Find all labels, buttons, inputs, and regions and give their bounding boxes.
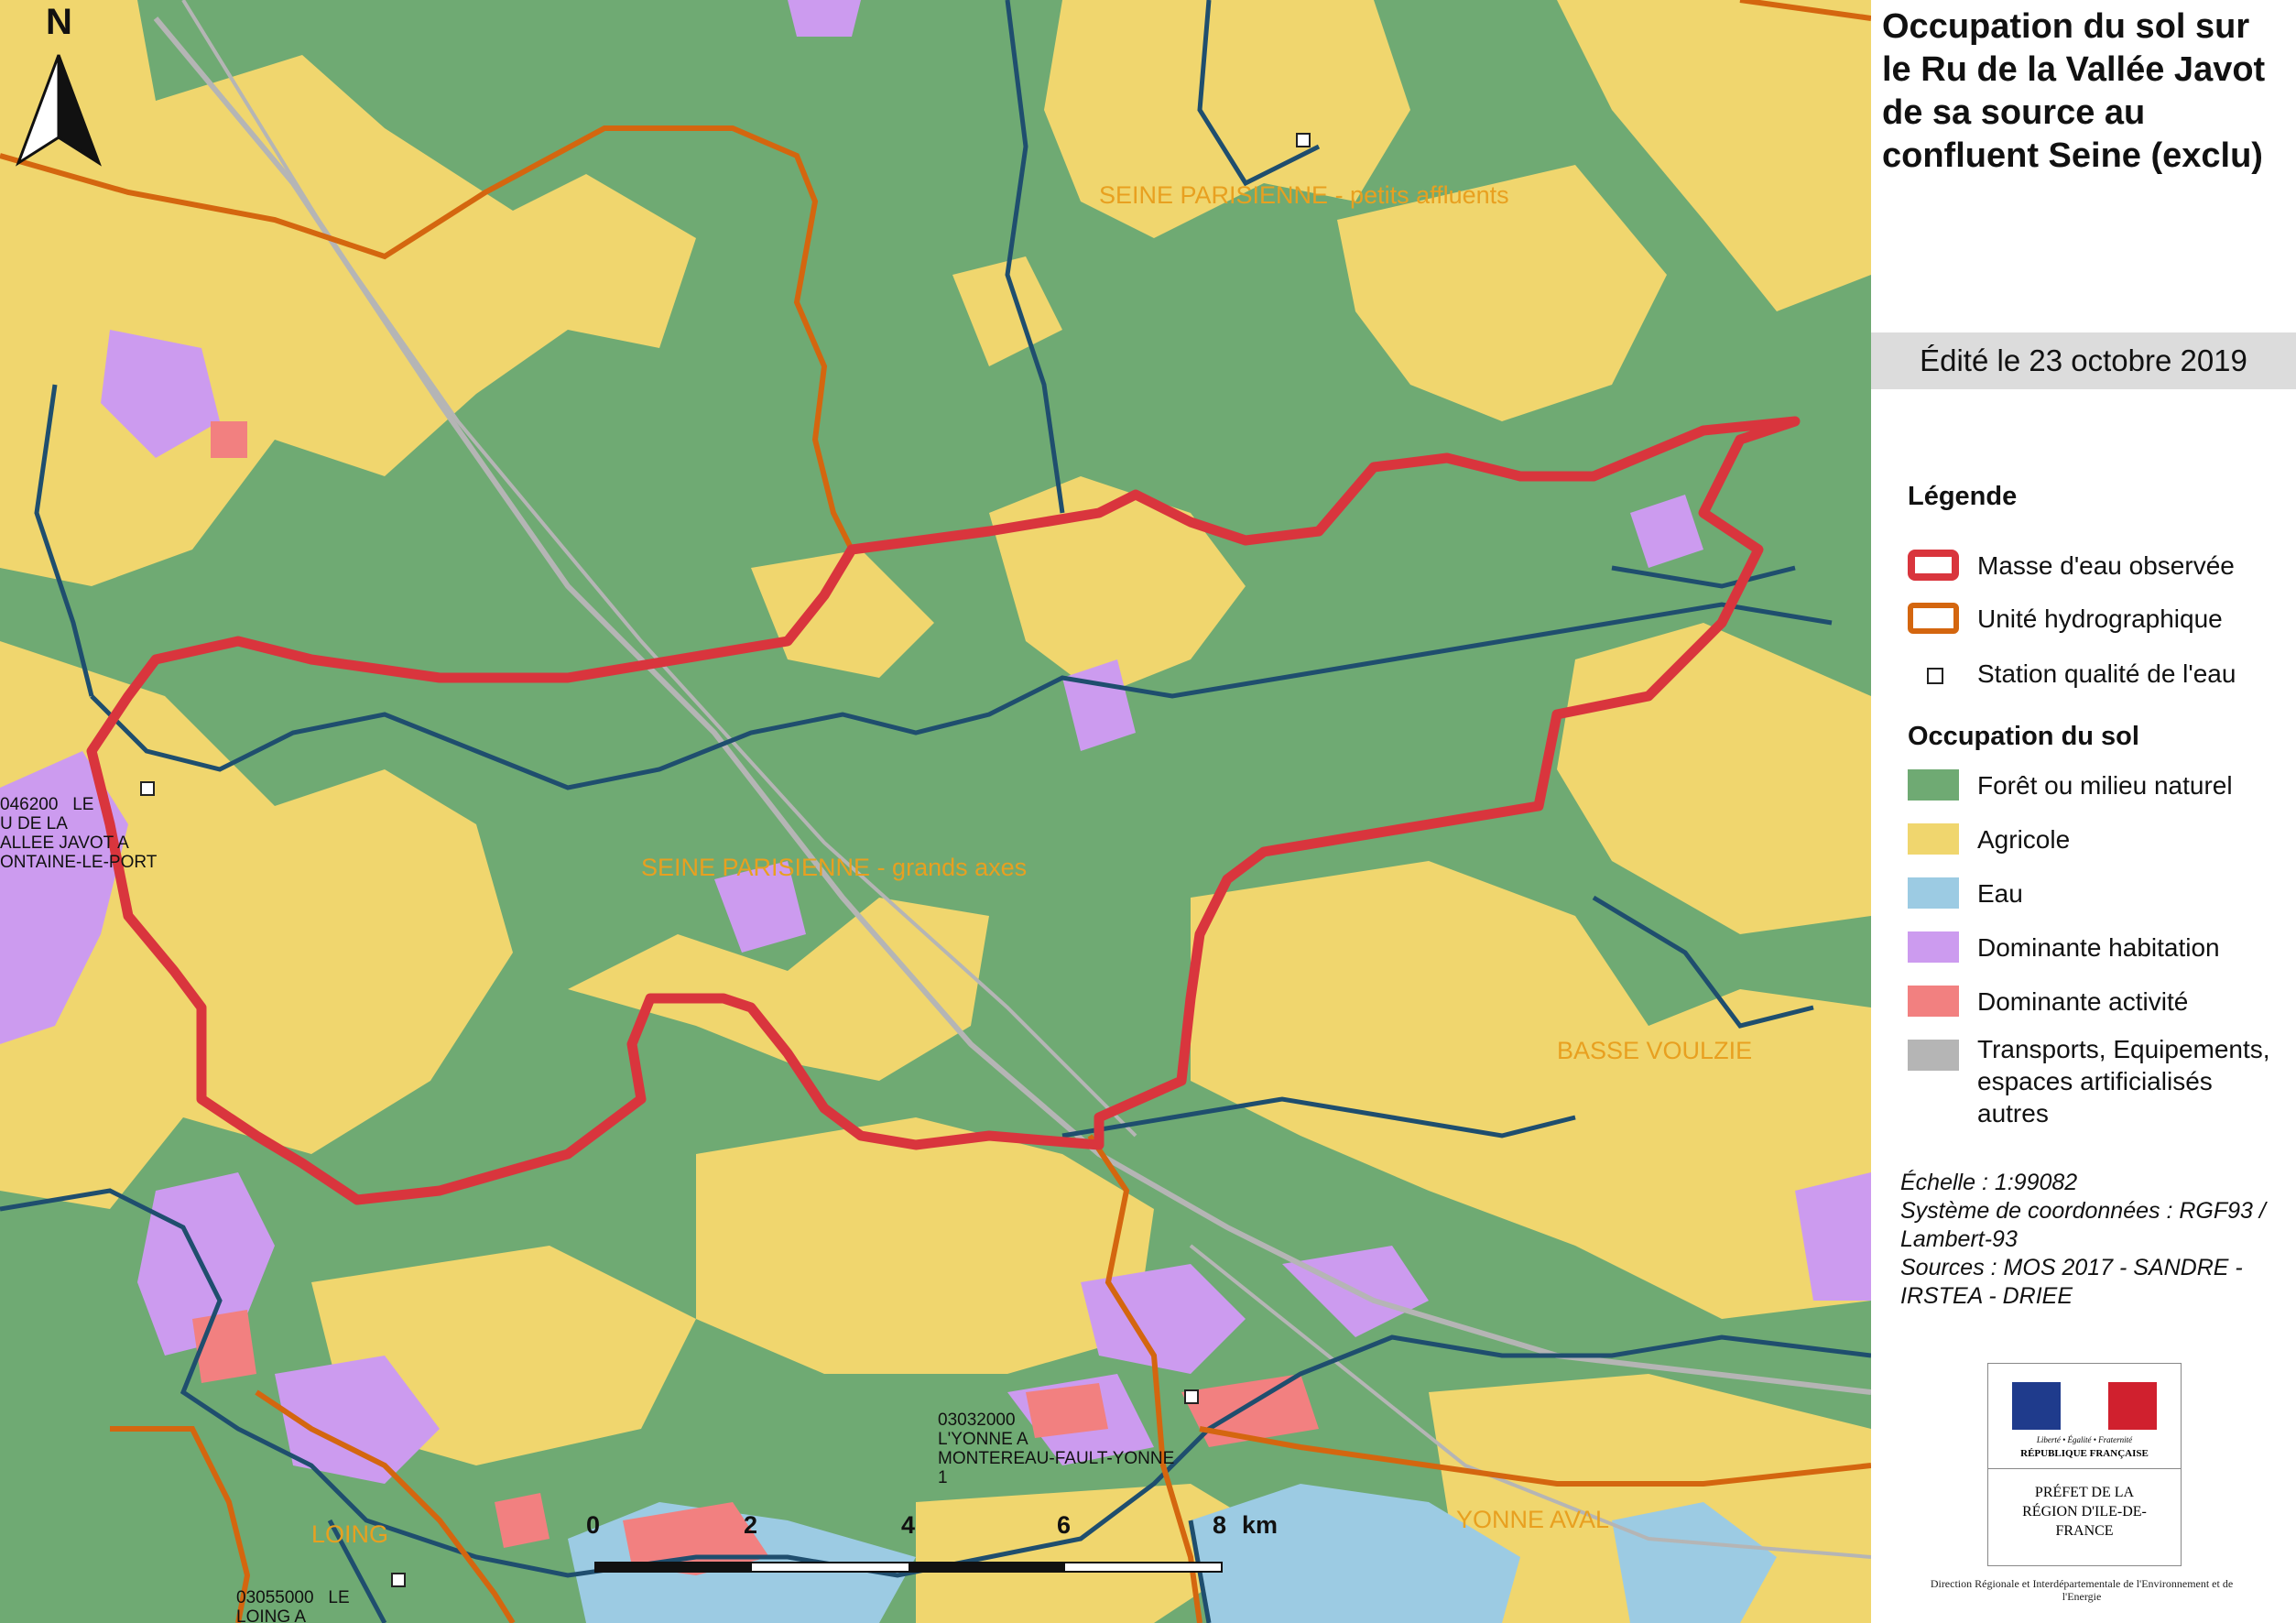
scale-label-8: 8: [1213, 1511, 1227, 1539]
legend-sidebar: Occupation du sol sur le Ru de la Vallée…: [1871, 0, 2296, 1623]
station-marker-loing: [391, 1573, 406, 1587]
legend-label-hydro-unit: Unité hydrographique: [1977, 605, 2223, 633]
station-label-yonne: 03032000 L'YONNE A MONTEREAU-FAULT-YONNE…: [938, 1411, 1175, 1487]
legend-label-agricultural: Agricole: [1977, 825, 2071, 854]
scale-label-4: 4: [901, 1511, 916, 1539]
legend-label-activity: Dominante activité: [1977, 987, 2189, 1016]
legend-label-forest: Forêt ou milieu naturel: [1977, 771, 2233, 800]
orange-outline-swatch: [1908, 603, 1959, 634]
marianne-flag-icon: [2012, 1382, 2158, 1430]
scale-label-6: 6: [1057, 1511, 1072, 1539]
legend-label-water: Eau: [1977, 879, 2023, 908]
legend-label-transport: Transports, Equipements, espaces artific…: [1977, 1035, 2270, 1127]
logo-republic: RÉPUBLIQUE FRANÇAISE: [2020, 1448, 2149, 1459]
crs-text: Système de coordonnées : RGF93 / Lambert…: [1900, 1198, 2266, 1252]
zone-label-seine-petits: SEINE PARISIENNE - petits affluents: [1099, 181, 1509, 209]
station-marker-yonne: [1184, 1389, 1199, 1404]
logo-direction: Direction Régionale et Interdépartementa…: [1930, 1577, 2234, 1603]
red-outline-swatch: [1908, 550, 1959, 581]
zone-label-loing: LOING: [311, 1520, 389, 1548]
transport-swatch: [1908, 1040, 1959, 1071]
activity-swatch: [1908, 986, 1959, 1017]
water-swatch: [1908, 877, 1959, 909]
zone-label-seine-grands: SEINE PARISIENNE - grands axes: [641, 854, 1028, 881]
agricultural-swatch: [1908, 823, 1959, 855]
scale-bar: [594, 1562, 1223, 1573]
legend-heading: Légende: [1908, 482, 2018, 511]
zone-label-basse-voulzie: BASSE VOULZIE: [1557, 1037, 1753, 1064]
logo-prefect: PRÉFET DE LA RÉGION D'ILE-DE-FRANCE: [2022, 1485, 2147, 1539]
forest-swatch: [1908, 769, 1959, 801]
scale-text: Échelle : 1:99082: [1900, 1170, 2078, 1195]
housing-swatch: [1908, 931, 1959, 963]
station-square-icon: [1927, 668, 1943, 684]
legend-label-station: Station qualité de l'eau: [1977, 659, 2236, 688]
edition-date: Édité le 23 octobre 2019: [1871, 332, 2296, 389]
station-label-javot: 046200 LE U DE LA ALLEE JAVOT A ONTAINE-…: [0, 795, 158, 872]
station-label-loing: 03055000 LE LOING A: [236, 1588, 350, 1623]
station-marker-north: [1296, 133, 1311, 147]
sources-text: Sources : MOS 2017 - SANDRE - IRSTEA - D…: [1900, 1255, 2243, 1309]
station-marker-javot: [140, 781, 155, 796]
map-metadata: Échelle : 1:99082 Système de coordonnées…: [1900, 1169, 2285, 1311]
legend-label-housing: Dominante habitation: [1977, 933, 2220, 962]
scale-label-2: 2: [744, 1511, 758, 1539]
map-panel[interactable]: N SEINE PARISIENNE - petits affluents SE…: [0, 0, 1871, 1623]
scale-label-0: 0: [586, 1511, 601, 1539]
logo-motto: Liberté • Égalité • Fraternité: [2036, 1435, 2133, 1444]
scale-label-unit: km: [1242, 1511, 1279, 1539]
prefecture-logo: Liberté • Égalité • Fraternité RÉPUBLIQU…: [1987, 1363, 2182, 1566]
north-label: N: [46, 2, 72, 42]
land-use-heading: Occupation du sol: [1908, 722, 2139, 751]
zone-label-yonne-aval: YONNE AVAL: [1456, 1506, 1610, 1533]
legend-label-observed: Masse d'eau observée: [1977, 551, 2235, 580]
land-use-map[interactable]: [0, 0, 1871, 1623]
map-title: Occupation du sol sur le Ru de la Vallée…: [1882, 7, 2266, 175]
